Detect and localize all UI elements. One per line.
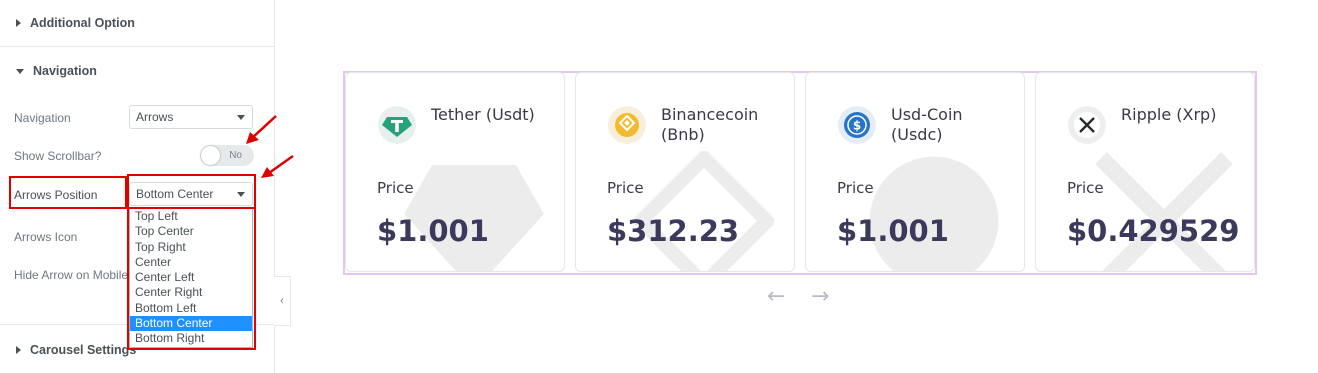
hide-arrow-mobile-label: Hide Arrow on Mobile (14, 268, 129, 282)
price-value: $0.429529 (1067, 214, 1240, 248)
section-additional-option[interactable]: Additional Option (0, 0, 274, 46)
bnb-icon (608, 106, 646, 144)
coin-name: Ripple (Xrp) (1121, 105, 1217, 124)
highlight-box-select (127, 174, 256, 209)
section-title: Additional Option (30, 16, 135, 30)
price-value: $1.001 (837, 214, 949, 248)
show-scrollbar-label: Show Scrollbar? (14, 149, 102, 163)
navigation-label: Navigation (14, 111, 71, 125)
bnb-watermark-icon (634, 151, 774, 271)
caret-right-icon (16, 346, 21, 354)
annotation-arrow-icon (261, 154, 294, 178)
xrp-watermark-icon (1095, 152, 1233, 271)
xrp-icon (1068, 106, 1106, 144)
price-label: Price (377, 179, 414, 197)
crypto-card[interactable]: Binancecoin (Bnb) Price $312.23 (575, 72, 795, 272)
usdc-watermark-icon (869, 156, 999, 271)
section-title: Navigation (33, 64, 97, 78)
highlight-box-label (9, 176, 127, 209)
tether-watermark-icon (404, 165, 544, 271)
caret-right-icon (16, 19, 21, 27)
crypto-card[interactable]: Ripple (Xrp) Price $0.429529 (1035, 72, 1255, 272)
section-navigation[interactable]: Navigation (0, 48, 274, 94)
arrows-icon-label: Arrows Icon (14, 230, 78, 244)
crypto-card[interactable]: Tether (Usdt) Price $1.001 (345, 72, 565, 272)
price-label: Price (837, 179, 874, 197)
tether-icon (378, 106, 416, 144)
collapse-panel-button[interactable]: ‹ (274, 276, 291, 326)
price-label: Price (607, 179, 644, 197)
carousel-prev-button[interactable]: ← (767, 284, 785, 309)
navigation-select-value: Arrows (136, 110, 174, 124)
section-title: Carousel Settings (30, 343, 137, 357)
divider (0, 46, 274, 47)
price-label: Price (1067, 179, 1104, 197)
coin-name: Usd-Coin (Usdc) (891, 105, 963, 144)
toggle-text: No (229, 150, 242, 161)
coin-name: Binancecoin (Bnb) (661, 105, 759, 144)
show-scrollbar-toggle[interactable]: No (200, 145, 254, 166)
price-value: $1.001 (377, 214, 489, 248)
usdc-icon: $ (838, 106, 876, 144)
svg-text:$: $ (853, 119, 861, 133)
coin-name: Tether (Usdt) (431, 105, 535, 124)
crypto-card[interactable]: $ Usd-Coin (Usdc) Price $1.001 (805, 72, 1025, 272)
annotation-arrow-icon (246, 115, 277, 144)
caret-down-icon (16, 68, 24, 74)
toggle-knob (201, 146, 220, 165)
price-value: $312.23 (607, 214, 740, 248)
highlight-box-options (127, 207, 256, 350)
carousel-next-button[interactable]: → (811, 284, 829, 309)
chevron-left-icon: ‹ (280, 295, 284, 307)
navigation-select[interactable]: Arrows (129, 105, 253, 129)
